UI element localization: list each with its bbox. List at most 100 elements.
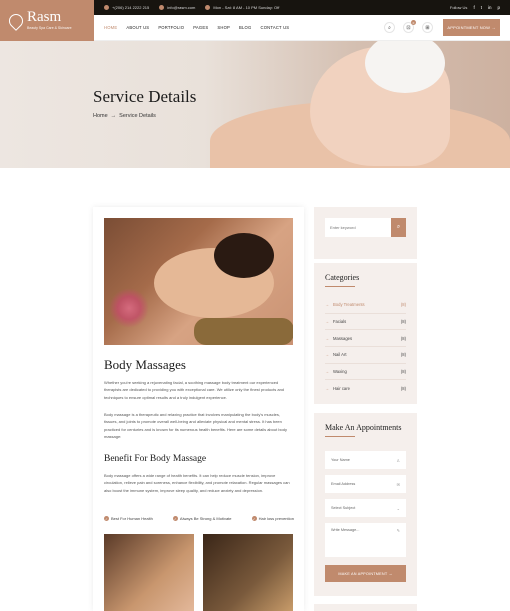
grid-menu-icon[interactable]: ⊞: [422, 22, 433, 33]
sidebar-categories-widget: Categories → Body Treatments (8) → Facia…: [314, 263, 417, 404]
site-logo[interactable]: Rasm Beauty Spa Care & Skincare: [0, 0, 94, 41]
clock-icon: [205, 5, 211, 10]
subject-select[interactable]: Select Subject ⌄: [325, 499, 406, 517]
social-links: Follow Us f t in p: [450, 5, 500, 10]
rose-petals-decoration: [109, 288, 149, 328]
nav-portfolio[interactable]: PORTFOLIO: [158, 25, 184, 30]
benefit-heading: Benefit For Body Massage: [104, 454, 207, 464]
benefit-text: Body massage offers a wide range of heal…: [104, 473, 290, 493]
check-icon: ✓: [172, 516, 178, 521]
appointment-now-button[interactable]: APPOINTMENT NOW →: [443, 19, 500, 36]
service-description-text: Body massage is a therapeutic and relaxi…: [104, 412, 287, 439]
feature-label: Best For Human Health: [111, 516, 153, 521]
appointment-now-label: APPOINTMENT NOW: [447, 25, 491, 30]
category-list: → Body Treatments (8) → Facials (8) → Ma…: [325, 297, 406, 397]
category-count: (8): [400, 319, 406, 325]
sidebar-search-input[interactable]: [325, 225, 391, 230]
mail-icon: ✉: [396, 481, 400, 487]
nav-shop[interactable]: SHOP: [217, 25, 230, 30]
check-icon: ✓: [251, 516, 257, 521]
message-textarea[interactable]: Write Message... ✎: [325, 523, 406, 557]
cart-icon[interactable]: ⊡ 0: [403, 20, 416, 33]
name-placeholder: Your Name: [331, 458, 350, 462]
arrow-right-icon: →: [325, 386, 329, 392]
category-label: Hair care: [333, 386, 350, 392]
category-item-nail-art[interactable]: → Nail Art (8): [325, 347, 406, 364]
cart-count-badge: 0: [411, 20, 416, 25]
make-appointment-button[interactable]: MAKE AN APPOINTMENT →: [325, 565, 406, 582]
search-icon: ⌕: [396, 224, 401, 230]
name-field[interactable]: Your Name ♙: [325, 451, 406, 469]
lotus-logo-icon: [6, 10, 26, 31]
sidebar-appointment-widget: Make An Appointments Your Name ♙ Email A…: [314, 413, 417, 596]
nav-contact-us[interactable]: CONTACT US: [260, 25, 289, 30]
category-label: Body Treatments: [333, 302, 365, 308]
service-intro-text: Whether you're seeking a rejuvenating fa…: [104, 380, 285, 400]
chevron-down-icon: ⌄: [396, 505, 400, 511]
sidebar-search-button[interactable]: ⌕: [391, 218, 406, 237]
feature-label: Always Be Strong & Motivate: [179, 516, 232, 521]
facebook-icon[interactable]: f: [473, 5, 474, 10]
category-count: (8): [400, 369, 406, 375]
phone-text: +(206) 214 2222 215: [112, 5, 150, 10]
page-hero: Service Details Home → Service Details: [0, 41, 510, 168]
feature-item: ✓ Best For Human Health: [104, 516, 153, 521]
breadcrumb: Home → Service Details: [93, 113, 156, 119]
pinterest-icon[interactable]: p: [497, 5, 500, 10]
arrow-right-icon: →: [325, 369, 329, 375]
massage-thumbnail-image: [104, 534, 194, 611]
category-count: (8): [400, 302, 406, 308]
category-count: (8): [400, 335, 406, 341]
phone-icon: [104, 5, 109, 10]
title-underline: [325, 436, 355, 437]
pencil-icon: ✎: [396, 528, 400, 533]
breadcrumb-arrow-icon: →: [110, 113, 117, 119]
check-icon: ✓: [104, 516, 109, 521]
category-label: Nail Art: [333, 352, 347, 358]
title-underline: [325, 286, 355, 287]
email-field[interactable]: Email Address ✉: [325, 475, 406, 493]
search-field-wrapper: ⌕: [325, 218, 406, 237]
massage-image-hair: [214, 233, 274, 278]
category-label: Facials: [333, 319, 347, 325]
feature-label: Hair loss prevention: [258, 516, 294, 521]
linkedin-icon[interactable]: in: [488, 5, 492, 10]
category-count: (8): [400, 352, 406, 358]
breadcrumb-current: Service Details: [119, 113, 156, 119]
category-item-massages[interactable]: → Massages (8): [325, 330, 406, 348]
top-info-bar: +(206) 214 2222 215 info@rasm.com Mon - …: [94, 0, 510, 15]
email-placeholder: Email Address: [331, 482, 356, 486]
nav-about-us[interactable]: ABOUT US: [126, 25, 149, 30]
email-info[interactable]: info@rasm.com: [159, 5, 195, 10]
sidebar-search-widget: ⌕: [314, 207, 417, 259]
category-count: (8): [400, 386, 406, 392]
service-content-card: Body Massages Whether you're seeking a r…: [93, 207, 304, 611]
service-title: Body Massages: [104, 357, 186, 372]
nav-home[interactable]: HOME: [104, 25, 117, 30]
phone-info[interactable]: +(206) 214 2222 215: [104, 5, 149, 10]
category-label: Waxing: [333, 369, 347, 375]
search-icon[interactable]: ⌕: [384, 22, 395, 33]
make-appointment-label: MAKE AN APPOINTMENT: [338, 571, 388, 576]
nav-blog[interactable]: BLOG: [239, 25, 251, 30]
nav-pages[interactable]: PAGES: [193, 25, 208, 30]
sidebar-next-widget: [314, 604, 417, 611]
category-item-hair-care[interactable]: → Hair care (8): [325, 380, 406, 397]
arrow-right-icon: →: [325, 335, 329, 341]
category-item-facials[interactable]: → Facials (8): [325, 314, 406, 331]
twitter-icon[interactable]: t: [481, 5, 482, 10]
body-massage-image: [104, 218, 293, 345]
arrow-right-icon: →: [325, 319, 329, 325]
hours-info: Mon - Sat: 8 AM - 10 PM Sunday: Off: [205, 5, 279, 10]
category-item-waxing[interactable]: → Waxing (8): [325, 364, 406, 381]
spa-stones-thumbnail-image: [203, 534, 293, 611]
category-label: Massages: [333, 335, 353, 341]
mail-icon: [159, 5, 165, 10]
arrow-right-icon: →: [325, 302, 329, 308]
category-item-body-treatments[interactable]: → Body Treatments (8): [325, 297, 406, 314]
page-title: Service Details: [93, 87, 197, 106]
hours-text: Mon - Sat: 8 AM - 10 PM Sunday: Off: [213, 5, 280, 10]
feature-list: ✓ Best For Human Health ✓ Always Be Stro…: [104, 516, 294, 521]
breadcrumb-home[interactable]: Home: [93, 113, 108, 119]
message-placeholder: Write Message...: [331, 528, 360, 532]
